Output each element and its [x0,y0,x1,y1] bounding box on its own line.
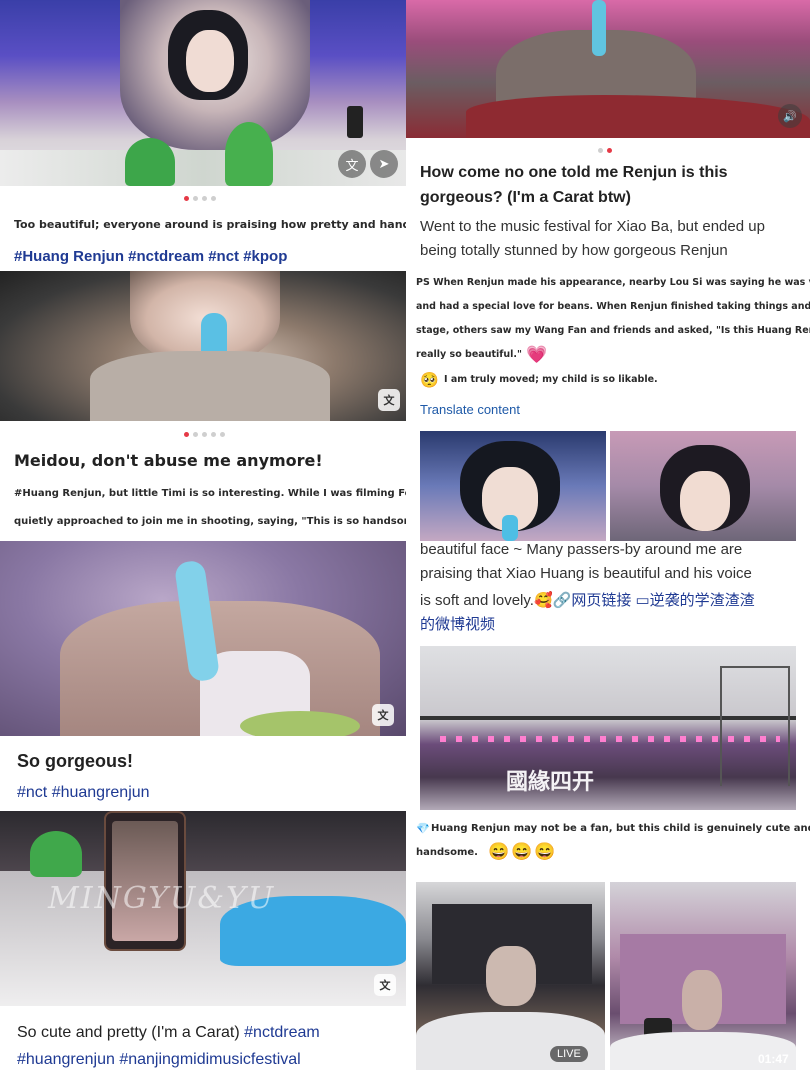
translate-icon[interactable]: 文 [338,150,366,178]
ps-line: PS When Renjun made his appearance, near… [416,277,810,288]
ps-line: and had a special love for beans. When R… [416,301,810,312]
video-thumbnail[interactable]: 01:47 [610,882,796,1070]
post-title: Meidou, don't abuse me anymore! [14,451,323,470]
laughing-emojis: 😄😄😄 [488,842,558,861]
thumbnail-photo[interactable] [610,431,796,541]
mic-singing-photo[interactable]: 🔊 [406,0,810,138]
post-caption-line: Huang Renjun may not be a fan, but this … [431,823,810,834]
post-hashtags[interactable]: #Huang Renjun #nctdream #nct #kpop [14,248,287,265]
pleading-emoji: 🥺 [420,372,439,389]
post-body-line: #Huang Renjun, but little Timi is so int… [14,488,406,499]
smile-hearts-emoji: 🥰 [533,592,553,609]
moved-line: I am truly moved; my child is so likable… [444,374,658,385]
carousel-dots [184,196,216,201]
post-body-line: is soft and lovely.🥰🔗网页链接 ▭逆袭的学渣渣渣 [420,592,755,609]
post-hashtags[interactable]: #huangrenjun #nanjingmidimusicfestival [17,1051,301,1069]
post-title-line: How come no one told me Renjun is this [420,164,728,181]
video-duration: 01:47 [758,1052,789,1066]
mic-closeup-photo[interactable]: 文 [0,271,406,421]
stage-banner: 國緣四开 [506,769,595,794]
post-body-line: quietly approached to join me in shootin… [14,516,406,527]
web-link[interactable]: 🔗网页链接 [553,592,632,609]
post-caption-line: handsome. [416,847,478,858]
post-caption: Too beautiful; everyone around is praisi… [14,218,406,231]
heart-emoji: 💗 [526,345,548,364]
post-body-line: beautiful face ~ Many passers-by around … [420,541,743,558]
festival-stage-photo[interactable]: 國緣四开 [420,646,796,810]
jacket-mic-photo[interactable]: 文 [0,541,406,736]
carousel-dots [598,148,612,153]
share-icon[interactable]: ➤ [370,150,398,178]
watermark: MINGYU&YU [48,881,276,916]
carousel-dots [184,432,225,437]
post-title: So gorgeous! [17,751,133,771]
translate-icon[interactable]: 文 [374,974,396,996]
thumbnail-photo[interactable] [420,431,606,541]
post-body-line: Went to the music festival for Xiao Ba, … [420,218,765,235]
post-caption: So cute and pretty (I'm a Carat) #nctdre… [17,1024,320,1041]
phone-filming-photo[interactable]: MINGYU&YU 文 [0,811,406,1006]
post-body-line: praising that Xiao Huang is beautiful an… [420,565,752,582]
left-feed-column: 文 ➤ Too beautiful; everyone around is pr… [0,0,406,1080]
translate-content-link[interactable]: Translate content [420,402,520,417]
ps-line: really so beautiful." [416,349,522,360]
right-feed-column: 🔊 How come no one told me Renjun is this… [406,0,810,1080]
ps-line: stage, others saw my Wang Fan and friend… [416,325,810,336]
post-hashtags[interactable]: #nct #huangrenjun [17,784,150,802]
volume-icon[interactable]: 🔊 [778,104,802,128]
gem-emoji: 💎 [416,823,430,835]
post-body-line: being totally stunned by how gorgeous Re… [420,242,728,259]
video-link[interactable]: ▭逆袭的学渣渣渣 [636,592,755,609]
concert-screen-photo[interactable]: 文 ➤ [0,0,406,186]
translate-icon[interactable]: 文 [378,389,400,411]
hashtag-link[interactable]: #nctdream [244,1024,320,1041]
live-badge: LIVE [550,1046,588,1062]
translate-icon[interactable]: 文 [372,704,394,726]
post-title-line: gorgeous? (I'm a Carat btw) [420,189,631,206]
video-thumbnail[interactable]: LIVE [416,882,605,1070]
video-link[interactable]: 的微博视频 [420,613,495,634]
